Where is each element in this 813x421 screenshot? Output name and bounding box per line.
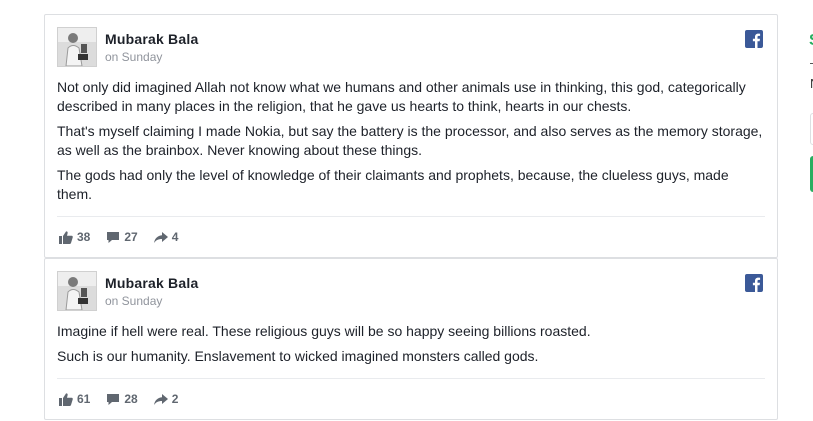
comment-icon (107, 393, 120, 405)
post-body: Imagine if hell were real. These religio… (57, 322, 765, 372)
share-action[interactable]: 4 (153, 230, 179, 244)
author-name[interactable]: Mubarak Bala (105, 31, 198, 47)
author-name[interactable]: Mubarak Bala (105, 275, 198, 291)
like-action[interactable]: 61 (59, 392, 90, 406)
facebook-icon[interactable] (745, 274, 763, 292)
post-timestamp[interactable]: on Sunday (105, 294, 162, 308)
action-bar: 38 27 4 (59, 228, 194, 246)
side-heading: S (809, 32, 813, 50)
like-action[interactable]: 38 (59, 230, 90, 244)
side-widget: S N (806, 0, 813, 421)
like-count: 38 (77, 230, 91, 244)
post-timestamp[interactable]: on Sunday (105, 50, 162, 64)
comment-action[interactable]: 28 (106, 392, 138, 406)
comment-icon (107, 231, 120, 243)
post-paragraph: Imagine if hell were real. These religio… (57, 323, 591, 339)
post-paragraph: That's myself claiming I made Nokia, but… (57, 123, 763, 158)
facebook-icon[interactable] (745, 30, 763, 48)
share-icon (153, 393, 168, 405)
post-paragraph: Such is our humanity. Enslavement to wic… (57, 348, 539, 364)
share-count: 4 (171, 230, 179, 244)
post-paragraph: The gods had only the level of knowledge… (57, 167, 729, 202)
thumbs-up-icon (59, 392, 73, 406)
share-icon (153, 231, 168, 243)
comment-count: 28 (124, 392, 138, 406)
divider (57, 378, 765, 379)
avatar-photo (58, 28, 96, 66)
avatar[interactable] (57, 27, 97, 67)
share-count: 2 (171, 392, 179, 406)
post-paragraph: Not only did imagined Allah not know wha… (57, 79, 746, 114)
action-bar: 61 28 2 (59, 390, 194, 408)
comment-count: 27 (124, 230, 138, 244)
comment-action[interactable]: 27 (106, 230, 138, 244)
share-action[interactable]: 2 (153, 392, 179, 406)
post-card: Mubarak Bala on Sunday Not only did imag… (44, 14, 778, 258)
thumbs-up-icon (59, 230, 73, 244)
avatar[interactable] (57, 271, 97, 311)
post-body: Not only did imagined Allah not know wha… (57, 78, 765, 210)
post-card: Mubarak Bala on Sunday Imagine if hell w… (44, 258, 778, 420)
like-count: 61 (77, 392, 91, 406)
avatar-photo (58, 272, 96, 310)
divider (57, 216, 765, 217)
